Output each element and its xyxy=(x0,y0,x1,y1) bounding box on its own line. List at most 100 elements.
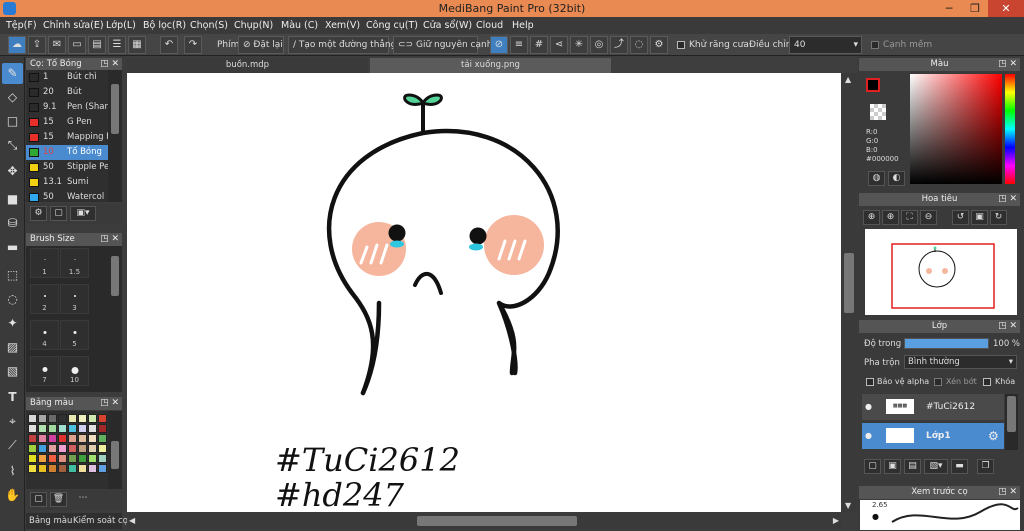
radial-snap-icon[interactable]: ⋖ xyxy=(550,36,568,54)
panel-controls[interactable]: ◳ ✕ xyxy=(100,233,119,246)
lasso-tool-icon[interactable]: ◌ xyxy=(2,289,23,310)
tab-tai-xuong[interactable]: tải xuống.png xyxy=(370,58,611,73)
menu-tools[interactable]: Công cụ(T) xyxy=(366,20,418,31)
menu-window[interactable]: Cửa sổ(W) xyxy=(423,20,472,31)
brush-size-cell[interactable]: 3 xyxy=(60,284,89,314)
select-pen-tool-icon[interactable]: ▨ xyxy=(2,337,23,358)
brush-size-cell[interactable]: 2 xyxy=(30,284,59,314)
palette-swatch[interactable] xyxy=(28,444,37,453)
delete-color-icon[interactable]: 🗑 xyxy=(50,492,67,507)
fit-icon[interactable]: ⛶ xyxy=(901,210,918,225)
straight-line-button[interactable]: / Tạo một đường thẳng xyxy=(288,36,396,54)
folder-icon[interactable]: ▬ xyxy=(951,459,968,474)
palette-swatch[interactable] xyxy=(68,434,77,443)
new-layer-icon[interactable]: ▢ xyxy=(864,459,881,474)
palette-swatch[interactable] xyxy=(68,464,77,473)
select-rect-tool-icon[interactable]: ⬚ xyxy=(2,265,23,286)
palette-swatch[interactable] xyxy=(78,464,87,473)
menu-edit[interactable]: Chỉnh sửa(E) xyxy=(43,20,104,31)
foreground-color-swatch[interactable] xyxy=(866,78,880,92)
palette-swatch[interactable] xyxy=(58,434,67,443)
ellipse-snap-icon[interactable]: ◌ xyxy=(630,36,648,54)
snap-off-icon[interactable]: ⊘ xyxy=(490,36,508,54)
move-tool-icon[interactable]: ✥ xyxy=(2,161,23,182)
rotate-left-icon[interactable]: ↺ xyxy=(952,210,969,225)
palette-swatch[interactable] xyxy=(48,444,57,453)
scroll-down-icon[interactable]: ▼ xyxy=(845,501,851,510)
scroll-thumb[interactable] xyxy=(111,84,119,134)
palette-swatch[interactable] xyxy=(38,464,47,473)
palette-swatch[interactable] xyxy=(78,414,87,423)
brush-size-cell[interactable]: 7 xyxy=(30,356,59,386)
brush-size-cell[interactable]: 5 xyxy=(60,320,89,350)
drawing-canvas[interactable]: #TuCi2612 #hd247 xyxy=(127,73,841,512)
layers-scrollbar[interactable] xyxy=(1005,394,1018,450)
palette-swatch[interactable] xyxy=(58,444,67,453)
circle-snap-icon[interactable]: ◎ xyxy=(590,36,608,54)
brush-list-scrollbar[interactable] xyxy=(108,70,122,202)
panel-controls[interactable]: ◳ ✕ xyxy=(998,486,1017,499)
magic-wand-tool-icon[interactable]: ✦ xyxy=(2,313,23,334)
brush-item[interactable]: 20 Bút xyxy=(26,85,108,100)
scroll-thumb[interactable] xyxy=(844,253,854,313)
palette-swatch[interactable] xyxy=(98,434,107,443)
new-layer-halftone-icon[interactable]: ▣ xyxy=(884,459,901,474)
palette-swatch[interactable] xyxy=(28,414,37,423)
palette-swatch[interactable] xyxy=(98,424,107,433)
close-button[interactable]: ✕ xyxy=(988,0,1024,17)
palette-swatch[interactable] xyxy=(28,434,37,443)
transparent-swatch[interactable] xyxy=(870,104,886,120)
layer-menu-icon[interactable]: ▧▾ xyxy=(924,459,948,474)
scroll-right-icon[interactable]: ▶ xyxy=(833,516,839,525)
palette-swatch[interactable] xyxy=(68,444,77,453)
parallel-snap-icon[interactable]: ≡ xyxy=(510,36,528,54)
opacity-slider[interactable] xyxy=(904,338,989,349)
crossline-snap-icon[interactable]: ✳ xyxy=(570,36,588,54)
scroll-thumb[interactable] xyxy=(1007,396,1016,432)
text-tool-icon[interactable]: T xyxy=(2,387,23,408)
new-brush-icon[interactable]: ▢ xyxy=(50,206,67,221)
undo-icon[interactable]: ↶ xyxy=(160,36,178,54)
add-brush-icon[interactable]: ⚙ xyxy=(30,206,47,221)
brush-item[interactable]: 50 Watercol xyxy=(26,190,108,202)
adjust-select[interactable]: 40 ▾ xyxy=(789,36,862,54)
list-icon[interactable]: ☰ xyxy=(108,36,126,54)
menu-view[interactable]: Xem(V) xyxy=(325,20,360,31)
fill-rect-tool-icon[interactable]: ■ xyxy=(2,189,23,210)
saturation-value-picker[interactable] xyxy=(910,74,1002,184)
zoom-in-icon[interactable]: ⊕ xyxy=(863,210,880,225)
horizontal-scrollbar[interactable]: ◀ ▶ xyxy=(127,513,841,529)
duplicate-layer-icon[interactable]: ❐ xyxy=(977,459,994,474)
menu-help[interactable]: Help xyxy=(512,20,534,31)
menu-color[interactable]: Màu (C) xyxy=(281,20,318,31)
scroll-thumb[interactable] xyxy=(111,441,119,469)
comment-icon[interactable]: ✉ xyxy=(48,36,66,54)
brush-item[interactable]: 15 G Pen xyxy=(26,115,108,130)
palette-swatch[interactable] xyxy=(88,434,97,443)
palette-swatch[interactable] xyxy=(38,414,47,423)
brush-size-cell[interactable]: 4 xyxy=(30,320,59,350)
panel-controls[interactable]: ◳ ✕ xyxy=(100,397,119,410)
new-layer-8bit-icon[interactable]: ▤ xyxy=(904,459,921,474)
menu-snap[interactable]: Chụp(N) xyxy=(234,20,273,31)
select-eraser-tool-icon[interactable]: ▧ xyxy=(2,361,23,382)
rotate-right-icon[interactable]: ↻ xyxy=(990,210,1007,225)
dot-tool-icon[interactable]: ⤡ xyxy=(2,135,23,156)
chat-icon[interactable]: ▭ xyxy=(68,36,86,54)
palette-swatch[interactable] xyxy=(58,464,67,473)
palette-swatch[interactable] xyxy=(58,454,67,463)
add-color-icon[interactable]: ▢ xyxy=(30,492,47,507)
smooth-edge-checkbox[interactable] xyxy=(871,41,879,49)
menu-layer[interactable]: Lớp(L) xyxy=(106,20,136,31)
share-icon[interactable]: ⇪ xyxy=(28,36,46,54)
eye-icon[interactable]: ● xyxy=(865,423,872,449)
palette-swatch[interactable] xyxy=(48,434,57,443)
panel-controls[interactable]: ◳ ✕ xyxy=(998,58,1017,71)
divide-tool-icon[interactable]: ⟋ xyxy=(2,435,23,456)
palette-swatch[interactable] xyxy=(98,464,107,473)
palette-swatch[interactable] xyxy=(68,454,77,463)
navigator-preview[interactable] xyxy=(865,229,1017,315)
eraser-tool-icon[interactable]: ◇ xyxy=(2,87,23,108)
palette-swatch[interactable] xyxy=(68,414,77,423)
cloud-icon[interactable]: ☁ xyxy=(8,36,26,54)
